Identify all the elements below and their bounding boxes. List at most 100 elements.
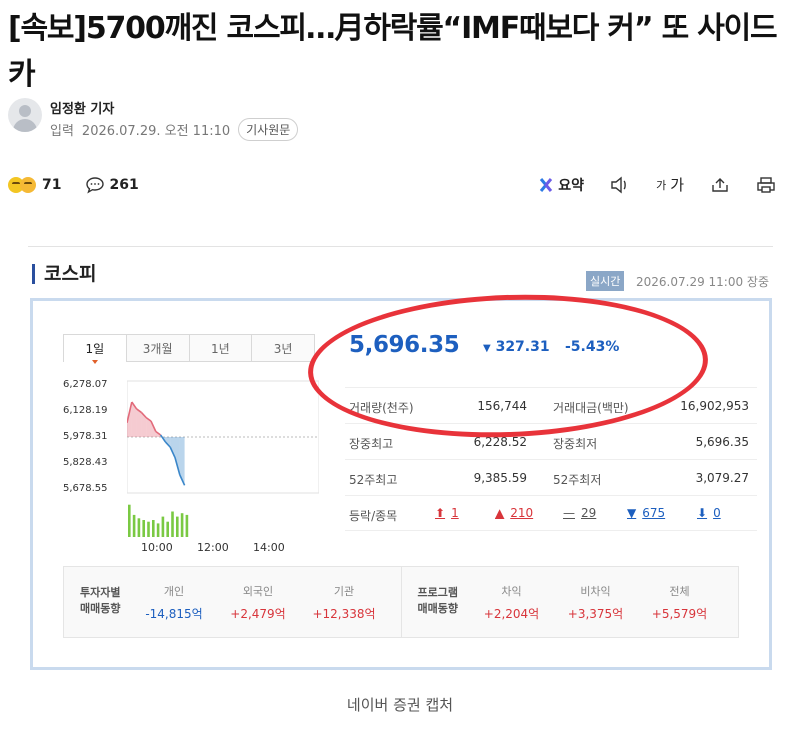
summary-button[interactable]: 요약 <box>538 175 584 195</box>
stat-label: 52주최고 <box>349 473 398 487</box>
flat-dash-icon: — <box>563 506 575 520</box>
tab-label: 3개월 <box>142 341 173 356</box>
stat-value: 5,696.35 <box>695 435 749 449</box>
upper-limit-arrow-icon: ⬆ <box>435 506 446 520</box>
date-label: 입력 <box>50 124 74 139</box>
trading-flows: 투자자별 매매동향 개인 -14,815억 외국인 +2,479억 기관 +12,338… <box>63 566 739 638</box>
kospi-capture-image: 코스피 실시간 2026.07.29 11:00 장중 1일 3개월 1년 3년… <box>10 242 773 674</box>
tab-label: 1년 <box>211 341 230 356</box>
flow-individual: 개인 -14,815억 <box>145 585 203 621</box>
up-triangle-icon: ▲ <box>495 506 505 520</box>
font-size-big-label: 가 <box>670 176 684 194</box>
kospi-title: 코스피 <box>32 264 96 284</box>
listen-button[interactable] <box>610 176 630 194</box>
declining-count[interactable]: ▼ 675 <box>627 506 665 520</box>
count: 210 <box>510 506 534 520</box>
smile-emoji-icon <box>20 177 36 193</box>
font-size-small-label: 가 <box>656 178 667 192</box>
stat-value: 16,902,953 <box>680 399 749 413</box>
speaker-icon <box>611 176 626 193</box>
share-button[interactable] <box>710 176 730 194</box>
summary-label: 요약 <box>558 177 585 194</box>
intraday-chart <box>127 380 319 537</box>
flow-foreign: 외국인 +2,479억 <box>230 585 286 621</box>
quote-datetime: 2026.07.29 11:00 장중 <box>636 275 769 289</box>
volume-bar <box>171 511 174 537</box>
count: 29 <box>581 506 597 520</box>
investor-flow-heading: 투자자별 매매동향 <box>80 586 121 615</box>
volume-bar <box>137 518 141 537</box>
down-triangle-icon: ▼ <box>627 506 637 520</box>
upper-limit-count[interactable]: ⬆ 1 <box>435 506 459 520</box>
tab-3months[interactable]: 3개월 <box>126 334 190 362</box>
article-toolbar: 요약 가가 <box>538 174 776 195</box>
stat-value: 9,385.59 <box>473 471 527 485</box>
x-tick-label: 14:00 <box>253 541 285 554</box>
stats-row: 52주최고 9,385.59 52주최저 3,079.27 <box>345 459 757 495</box>
tab-3years[interactable]: 3년 <box>252 334 315 362</box>
y-tick-label: 6,128.19 <box>63 405 108 416</box>
flow-arbitrage: 차익 +2,204억 <box>483 585 540 621</box>
reaction-count: 71 <box>42 177 62 193</box>
article-stats: 71 261 <box>8 176 139 194</box>
lower-limit-count[interactable]: ⬇ 0 <box>697 506 721 520</box>
tab-label: 1일 <box>85 342 105 356</box>
volume-bar <box>128 504 131 537</box>
volume-bar <box>176 516 179 537</box>
stat-label: 52주최저 <box>553 473 602 487</box>
tab-1day[interactable]: 1일 <box>63 334 127 364</box>
count: 1 <box>451 506 459 520</box>
volume-bar <box>156 523 160 537</box>
reaction-button[interactable]: 71 <box>8 177 61 193</box>
publish-date: 2026.07.29. 오전 11:10 <box>81 124 231 139</box>
period-tabs: 1일 3개월 1년 3년 <box>63 334 315 364</box>
volume-bar <box>166 521 169 537</box>
unchanged-count[interactable]: — 29 <box>563 506 596 520</box>
volume-bar <box>180 513 184 537</box>
article-dateline: 입력 2026.07.29. 오전 11:10 기사원문 <box>50 118 299 141</box>
y-tick-label: 5,678.55 <box>63 483 108 494</box>
stat-label: 장중최고 <box>349 437 394 451</box>
font-size-button[interactable]: 가가 <box>656 174 684 195</box>
advance-decline-row: 등락/종목 ⬆ 1 ▲ 210 —29 ▼ 675 ⬇ 0 <box>345 495 757 531</box>
flow-total: 전체 +5,579억 <box>651 585 708 621</box>
price-area-segment <box>136 408 142 437</box>
stat-value: 3,079.27 <box>695 471 749 485</box>
print-icon <box>757 176 775 193</box>
lower-limit-arrow-icon: ⬇ <box>697 506 708 520</box>
comment-button[interactable]: 261 <box>85 176 139 194</box>
advance-decline-label: 등락/종목 <box>349 509 398 523</box>
reporter-avatar[interactable] <box>8 98 42 132</box>
stat-label: 장중최저 <box>553 437 598 451</box>
y-tick-label: 5,828.43 <box>63 457 108 468</box>
volume-bar <box>161 516 165 537</box>
flow-non-arbitrage: 비차익 +3,375억 <box>567 585 624 621</box>
program-flow-group: 프로그램 매매동향 차익 +2,204억 비차익 +3,375억 전체 +5,579억 <box>400 567 739 637</box>
volume-bar <box>142 520 145 537</box>
volume-bar <box>132 514 136 537</box>
article-headline: [속보]5700깨진 코스피…月하락률“IMF때보다 커” 또 사이드카 <box>8 11 778 92</box>
advancing-count[interactable]: ▲ 210 <box>495 506 533 520</box>
comment-count: 261 <box>109 177 139 193</box>
investor-flow-group: 투자자별 매매동향 개인 -14,815억 외국인 +2,479억 기관 +12,338… <box>64 567 401 637</box>
print-button[interactable] <box>756 176 776 194</box>
tab-1year[interactable]: 1년 <box>189 334 253 362</box>
original-article-button[interactable]: 기사원문 <box>238 118 299 141</box>
volume-bar <box>185 514 189 537</box>
tab-label: 3년 <box>273 341 293 356</box>
reporter-name[interactable]: 임정환 기자 <box>50 98 114 117</box>
comment-icon <box>86 177 105 194</box>
live-badge: 실시간 <box>586 271 625 291</box>
image-caption: 네이버 증권 캡처 <box>346 696 454 714</box>
x-tick-label: 12:00 <box>197 541 229 554</box>
ai-summary-icon <box>540 177 553 192</box>
program-flow-heading: 프로그램 매매동향 <box>417 586 458 615</box>
volume-bar <box>147 521 150 537</box>
y-tick-label: 5,978.31 <box>63 431 108 442</box>
share-icon <box>712 177 728 192</box>
y-tick-label: 6,278.07 <box>63 379 108 390</box>
volume-bar <box>152 520 155 537</box>
count: 0 <box>713 506 721 520</box>
count: 675 <box>642 506 666 520</box>
x-tick-label: 10:00 <box>141 541 173 554</box>
